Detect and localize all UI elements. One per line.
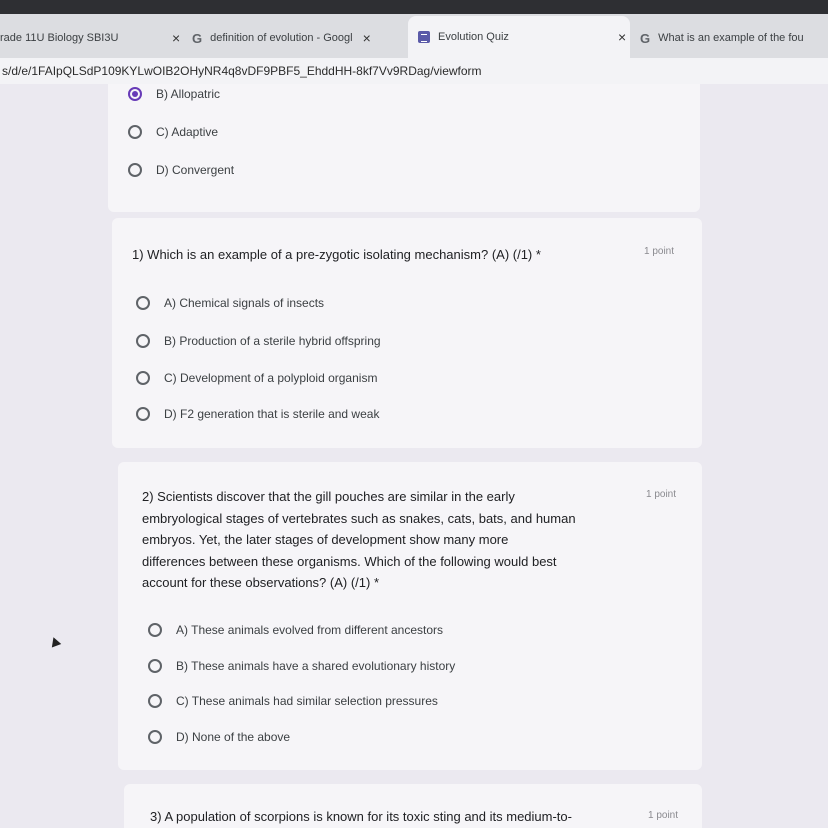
- option-a[interactable]: A) These animals evolved from different …: [148, 623, 443, 637]
- option-label: B) Production of a sterile hybrid offspr…: [164, 334, 381, 348]
- question-title: 1) Which is an example of a pre-zygotic …: [132, 247, 541, 262]
- option-label: C) These animals had similar selection p…: [176, 694, 438, 708]
- question-title-line: account for these observations? (A) (/1)…: [142, 575, 380, 590]
- tab-label: definition of evolution - Googl: [210, 32, 353, 44]
- forms-icon: [418, 31, 430, 43]
- tab-label: rade 11U Biology SBI3U: [0, 32, 119, 44]
- radio-icon[interactable]: [128, 125, 142, 139]
- question-title-line: embryological stages of vertebrates such…: [142, 510, 576, 526]
- tab-label: Evolution Quiz: [438, 31, 509, 43]
- tab-biology-course[interactable]: rade 11U Biology SBI3U ×: [0, 18, 182, 58]
- option-b[interactable]: B) Production of a sterile hybrid offspr…: [136, 334, 381, 348]
- question-title: 3) A population of scorpions is known fo…: [150, 809, 572, 824]
- option-d[interactable]: D) None of the above: [148, 730, 290, 744]
- option-label: D) Convergent: [156, 163, 235, 177]
- radio-icon[interactable]: [136, 371, 150, 385]
- question-card-2: 2) Scientists discover that the gill pou…: [118, 462, 702, 770]
- option-label: A) Chemical signals of insects: [164, 296, 325, 310]
- option-label: C) Adaptive: [156, 125, 219, 139]
- question-card-3: 3) A population of scorpions is known fo…: [124, 784, 702, 828]
- question-title: 2) Scientists discover that the gill pou…: [142, 486, 642, 594]
- option-d[interactable]: D) Convergent: [128, 163, 234, 177]
- tab-example-four[interactable]: G What is an example of the fou: [640, 18, 828, 58]
- option-c[interactable]: C) These animals had similar selection p…: [148, 694, 438, 708]
- close-icon[interactable]: ×: [363, 30, 371, 46]
- radio-icon[interactable]: [148, 694, 162, 708]
- google-icon: G: [192, 30, 203, 46]
- radio-icon[interactable]: [136, 334, 150, 348]
- tab-definition-evolution[interactable]: G definition of evolution - Googl ×: [192, 18, 402, 58]
- option-a[interactable]: A) Chemical signals of insects: [136, 296, 324, 310]
- tab-label: What is an example of the fou: [658, 32, 804, 44]
- form-content: B) Allopatric C) Adaptive D) Convergent …: [0, 84, 828, 828]
- window-top-bar: [0, 0, 828, 14]
- question-title-line: 2) Scientists discover that the gill pou…: [142, 489, 515, 504]
- option-label: B) Allopatric: [156, 87, 221, 101]
- points-label: 1 point: [646, 489, 677, 500]
- option-label: C) Development of a polyploid organism: [164, 371, 378, 385]
- radio-icon[interactable]: [148, 623, 162, 637]
- option-label: D) F2 generation that is sterile and wea…: [164, 407, 380, 421]
- option-b[interactable]: B) These animals have a shared evolution…: [148, 659, 455, 673]
- option-label: B) These animals have a shared evolution…: [176, 659, 456, 673]
- question-card-previous: B) Allopatric C) Adaptive D) Convergent: [108, 84, 700, 212]
- radio-selected-icon[interactable]: [128, 87, 142, 101]
- points-label: 1 point: [644, 246, 675, 257]
- points-label: 1 point: [648, 810, 679, 821]
- option-c[interactable]: C) Adaptive: [128, 125, 218, 139]
- radio-icon[interactable]: [148, 659, 162, 673]
- question-title-line: embryos. Yet, the later stages of develo…: [142, 532, 509, 547]
- google-icon: G: [640, 30, 651, 46]
- radio-icon[interactable]: [136, 407, 150, 421]
- question-card-1: 1) Which is an example of a pre-zygotic …: [112, 218, 702, 448]
- close-icon[interactable]: ×: [172, 30, 180, 46]
- option-c[interactable]: C) Development of a polyploid organism: [136, 371, 377, 385]
- question-title-line: differences between these organisms. Whi…: [142, 553, 557, 569]
- radio-icon[interactable]: [136, 296, 150, 310]
- option-label: D) None of the above: [176, 730, 291, 744]
- option-d[interactable]: D) F2 generation that is sterile and wea…: [136, 407, 379, 421]
- close-icon[interactable]: ×: [618, 29, 626, 45]
- option-b[interactable]: B) Allopatric: [128, 87, 220, 101]
- option-label: A) These animals evolved from different …: [176, 623, 444, 637]
- tab-evolution-quiz[interactable]: Evolution Quiz ×: [408, 16, 630, 58]
- radio-icon[interactable]: [148, 730, 162, 744]
- radio-icon[interactable]: [128, 163, 142, 177]
- address-bar[interactable]: s/d/e/1FAIpQLSdP109KYLwOIB2OHyNR4q8vDF9P…: [0, 58, 828, 84]
